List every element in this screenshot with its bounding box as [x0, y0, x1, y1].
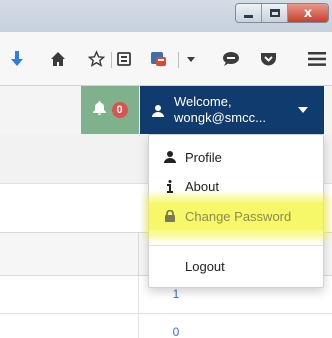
username-label: wongk@smcc... [174, 110, 266, 125]
maximize-button[interactable] [262, 4, 288, 22]
info-icon [163, 179, 177, 193]
lock-icon [163, 210, 177, 222]
table-cell-link[interactable]: 1 [165, 287, 187, 301]
user-icon [152, 104, 164, 122]
home-icon[interactable] [50, 51, 66, 67]
toolbar-separator [111, 52, 112, 68]
minimize-button[interactable] [236, 4, 262, 22]
download-arrow-icon[interactable] [10, 50, 24, 67]
maximize-icon [269, 9, 280, 17]
menu-item-label: About [185, 178, 219, 194]
menu-dropdown-icon[interactable] [187, 55, 195, 63]
welcome-text: Welcome, wongk@smcc... [174, 94, 266, 126]
notification-count-badge: 0 [111, 102, 128, 118]
menu-item-label: Change Password [185, 208, 292, 224]
menu-item-logout[interactable]: Logout [149, 252, 323, 280]
extension-icon[interactable] [150, 50, 168, 68]
table-cell-divider [138, 314, 139, 338]
menu-item-profile[interactable]: Profile [149, 143, 323, 171]
user-icon [163, 151, 177, 163]
menu-item-change-password[interactable]: Change Password [149, 202, 323, 230]
user-menu-button[interactable]: Welcome, wongk@smcc... [140, 86, 324, 134]
close-button[interactable]: x [288, 4, 328, 22]
window-titlebar: x [0, 0, 332, 32]
welcome-label: Welcome, [174, 94, 232, 109]
menu-divider [149, 245, 323, 246]
minimize-icon [244, 14, 253, 18]
toolbar-separator [178, 52, 179, 68]
table-cell-link[interactable]: 0 [165, 325, 187, 338]
browser-toolbar [0, 32, 332, 86]
window-controls: x [236, 4, 328, 22]
notifications-button[interactable]: 0 [81, 86, 139, 134]
bookmark-star-icon[interactable] [88, 50, 105, 67]
menu-item-label: Logout [185, 258, 225, 274]
menu-item-label: Profile [185, 149, 222, 165]
pocket-icon[interactable] [260, 51, 277, 67]
table-row: 0 [0, 314, 332, 338]
hamburger-menu-icon[interactable] [308, 51, 326, 66]
chevron-down-icon [298, 107, 308, 113]
menu-item-about[interactable]: About [149, 172, 323, 200]
app-header: 0 Welcome, wongk@smcc... [0, 86, 332, 134]
bell-icon [92, 100, 106, 120]
chat-icon[interactable] [222, 51, 240, 67]
reading-list-icon[interactable] [116, 51, 132, 67]
close-icon: x [303, 5, 313, 21]
user-dropdown-menu: Profile About Change Password Logout [145, 134, 329, 288]
table-cell-divider [138, 276, 139, 313]
